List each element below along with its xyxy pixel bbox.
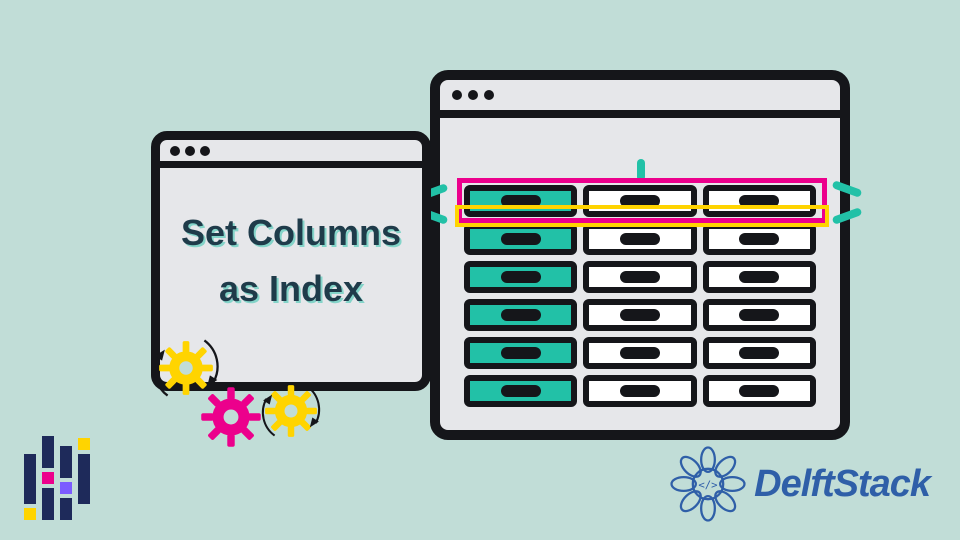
cell: [703, 375, 816, 407]
svg-text:</>: </>: [699, 479, 718, 492]
accent-spark: [832, 180, 863, 198]
title-line-1: Set Columns: [160, 205, 422, 261]
window-control-dot: [452, 90, 462, 100]
window-titlebar-back: [440, 80, 840, 118]
window-control-dot: [170, 146, 180, 156]
cell: [583, 299, 696, 331]
cell: [583, 261, 696, 293]
cell-index: [464, 299, 577, 331]
cell-index: [464, 261, 577, 293]
brand-text: DelftStack: [754, 463, 930, 506]
accent-spark: [832, 207, 863, 225]
window-control-dot: [185, 146, 195, 156]
pandas-logo-icon: [24, 436, 94, 520]
title-line-2: as Index: [160, 261, 422, 317]
cell: [703, 337, 816, 369]
cell: [583, 223, 696, 255]
delftstack-logo: </> DelftStack: [670, 446, 930, 522]
cell: [703, 299, 816, 331]
window-control-dot: [484, 90, 494, 100]
cell-index: [464, 375, 577, 407]
window-control-dot: [200, 146, 210, 156]
cell: [583, 337, 696, 369]
cell-index: [464, 337, 577, 369]
window-titlebar-front: [160, 140, 422, 168]
page-title: Set Columns as Index: [160, 205, 422, 317]
cell: [703, 261, 816, 293]
window-control-dot: [468, 90, 478, 100]
spreadsheet-window: [430, 70, 850, 440]
cell: [583, 375, 696, 407]
cell: [703, 223, 816, 255]
highlight-rect-yellow: [455, 205, 829, 227]
cell-index: [464, 223, 577, 255]
rotation-arrow-icon: [250, 370, 332, 452]
delftstack-mandala-icon: </>: [670, 446, 746, 522]
